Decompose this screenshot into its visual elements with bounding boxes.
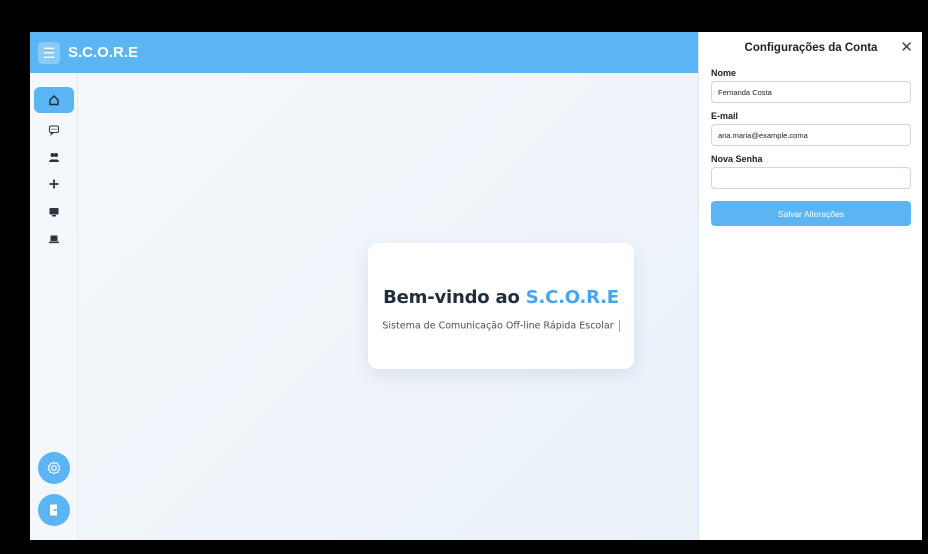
sidebar — [30, 73, 78, 540]
password-label: Nova Senha — [711, 154, 763, 164]
welcome-subtitle-text: Sistema de Comunicação Off-line Rápida E… — [382, 320, 614, 332]
main-content: Bem-vindo ao S.C.O.R.E Sistema de Comuni… — [78, 73, 698, 540]
logout-icon — [50, 504, 59, 516]
name-label: Nome — [711, 68, 737, 78]
email-field[interactable] — [711, 124, 911, 146]
sidebar-item-monitor[interactable] — [34, 199, 74, 225]
settings-button[interactable] — [38, 452, 70, 484]
laptop-icon — [49, 235, 59, 244]
chat-icon — [49, 125, 59, 136]
close-icon[interactable]: ✕ — [900, 40, 913, 55]
home-icon — [49, 95, 59, 106]
sidebar-item-add[interactable] — [34, 171, 74, 197]
sidebar-item-messages[interactable] — [34, 117, 74, 143]
plus-icon — [49, 179, 59, 189]
sidebar-item-home[interactable] — [34, 87, 74, 113]
users-icon — [49, 153, 59, 162]
gear-icon — [47, 461, 61, 475]
app-title: S.C.O.R.E — [68, 44, 139, 61]
email-label: E-mail — [711, 111, 739, 121]
panel-title: Configurações da Conta — [744, 42, 878, 54]
save-button[interactable]: Salvar Alterações — [711, 201, 911, 226]
name-field[interactable] — [711, 81, 911, 103]
logout-button[interactable] — [38, 494, 70, 526]
app-window: ☰ S.C.O.R.E Bem-vindo ao S.C.O.R.E Siste… — [30, 32, 922, 540]
welcome-title: Bem-vindo ao S.C.O.R.E — [368, 287, 634, 308]
welcome-title-accent: S.C.O.R.E — [525, 287, 619, 308]
sidebar-item-laptop[interactable] — [34, 226, 74, 252]
new-password-field[interactable] — [711, 167, 911, 189]
welcome-subtitle: Sistema de Comunicação Off-line Rápida E… — [368, 320, 634, 332]
welcome-title-prefix: Bem-vindo ao — [383, 287, 526, 308]
top-bar: ☰ S.C.O.R.E — [30, 32, 698, 73]
welcome-card: Bem-vindo ao S.C.O.R.E Sistema de Comuni… — [368, 243, 634, 369]
text-caret — [618, 320, 620, 332]
monitor-icon — [49, 208, 59, 217]
sidebar-item-users[interactable] — [34, 144, 74, 170]
account-settings-panel: Configurações da Conta ✕ Nome E-mail Nov… — [698, 32, 922, 540]
hamburger-icon[interactable]: ☰ — [38, 41, 60, 64]
